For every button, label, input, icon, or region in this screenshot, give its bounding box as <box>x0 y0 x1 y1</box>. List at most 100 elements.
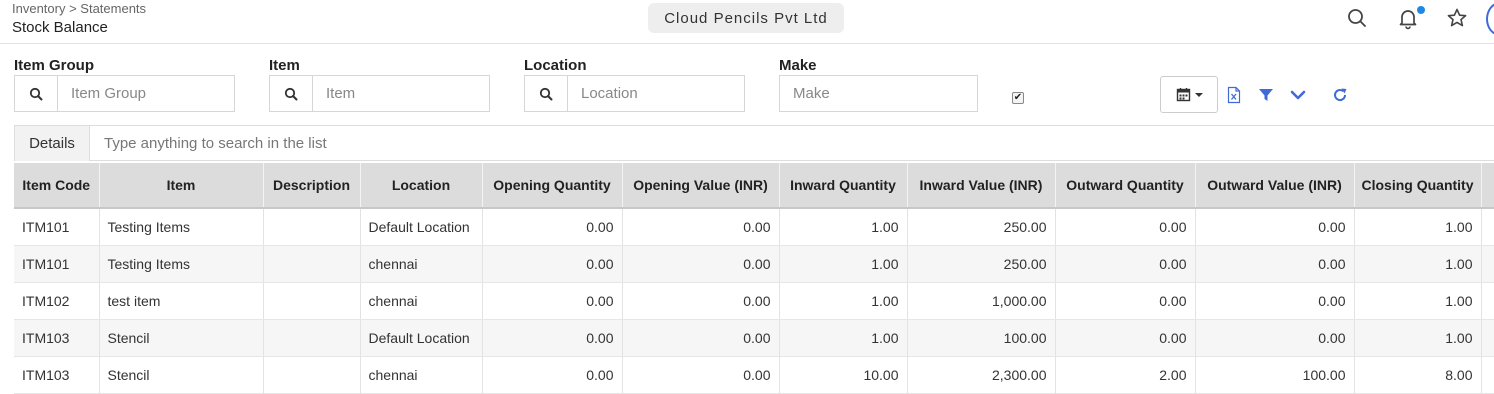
item-group-label: Item Group <box>14 57 95 74</box>
cell-item: Stencil <box>99 356 264 394</box>
location-label: Location <box>524 57 587 74</box>
cell-item-code: ITM101 <box>14 208 100 246</box>
cell-outward-quantity: 0.00 <box>1055 319 1196 357</box>
column-header-closing-quantity[interactable]: Closing Quantity <box>1354 163 1482 209</box>
cell-opening-quantity: 0.00 <box>482 319 623 357</box>
cell-outward-quantity: 0.00 <box>1055 245 1196 283</box>
column-header-item[interactable]: Item <box>99 163 264 209</box>
cell-outward-quantity: 0.00 <box>1055 208 1196 246</box>
table-row[interactable]: ITM103 Stencil Default Location 0.00 0.00 1.0… <box>14 319 1494 357</box>
item-search-button[interactable] <box>270 76 313 111</box>
cell-overflow <box>1481 282 1494 320</box>
cell-item: Testing Items <box>99 245 264 283</box>
cell-opening-value: 0.00 <box>622 245 780 283</box>
cell-location: chennai <box>360 356 483 394</box>
list-search-bar: Details <box>14 125 1494 161</box>
cell-inward-quantity: 1.00 <box>779 282 908 320</box>
cell-location: Default Location <box>360 208 483 246</box>
notification-badge <box>1417 6 1425 14</box>
list-search-input[interactable] <box>102 126 702 161</box>
cell-location: chennai <box>360 245 483 283</box>
cell-description <box>263 319 361 357</box>
item-group-filter <box>14 75 235 112</box>
column-header-item-code[interactable]: Item Code <box>14 163 100 209</box>
cell-description <box>263 208 361 246</box>
cell-inward-value: 2,300.00 <box>907 356 1056 394</box>
tab-details[interactable]: Details <box>14 126 90 161</box>
cell-outward-value: 0.00 <box>1195 208 1355 246</box>
search-icon <box>284 87 298 100</box>
cell-opening-value: 0.00 <box>622 356 780 394</box>
cell-inward-value: 250.00 <box>907 245 1056 283</box>
column-header-opening-value[interactable]: Opening Value (INR) <box>622 163 780 209</box>
cell-item: Stencil <box>99 319 264 357</box>
cell-outward-value: 100.00 <box>1195 356 1355 394</box>
cell-location: chennai <box>360 282 483 320</box>
search-icon <box>539 87 553 100</box>
item-input[interactable] <box>313 76 489 111</box>
search-icon[interactable] <box>1345 6 1369 30</box>
cell-outward-quantity: 0.00 <box>1055 282 1196 320</box>
table-row[interactable]: ITM101 Testing Items chennai 0.00 0.00 1.00 25… <box>14 245 1494 283</box>
column-header-description[interactable]: Description <box>263 163 361 209</box>
make-label: Make <box>779 57 817 74</box>
cell-inward-quantity: 1.00 <box>779 319 908 357</box>
table-row[interactable]: ITM103 Stencil chennai 0.00 0.00 10.00 2,300.0… <box>14 356 1494 394</box>
table-row[interactable]: ITM102 test item chennai 0.00 0.00 1.00 1,000.… <box>14 282 1494 320</box>
cell-outward-value: 0.00 <box>1195 319 1355 357</box>
filter-checkbox[interactable]: ✔ <box>1012 92 1024 104</box>
search-icon <box>29 87 43 100</box>
cell-closing-quantity: 1.00 <box>1354 245 1482 283</box>
table-header-row: Item Code Item Description Location Open… <box>14 163 1494 209</box>
date-range-button[interactable] <box>1160 76 1218 113</box>
cell-closing-quantity: 8.00 <box>1354 356 1482 394</box>
cell-description <box>263 356 361 394</box>
item-group-input[interactable] <box>58 76 234 111</box>
cell-inward-quantity: 1.00 <box>779 208 908 246</box>
refresh-icon[interactable] <box>1331 86 1349 104</box>
cell-item-code: ITM101 <box>14 245 100 283</box>
cell-overflow <box>1481 245 1494 283</box>
column-header-outward-quantity[interactable]: Outward Quantity <box>1055 163 1196 209</box>
cell-closing-quantity: 1.00 <box>1354 319 1482 357</box>
item-group-search-button[interactable] <box>15 76 58 111</box>
column-header-location[interactable]: Location <box>360 163 483 209</box>
cell-opening-quantity: 0.00 <box>482 245 623 283</box>
cell-item-code: ITM103 <box>14 319 100 357</box>
cell-opening-quantity: 0.00 <box>482 282 623 320</box>
cell-inward-value: 100.00 <box>907 319 1056 357</box>
star-icon[interactable] <box>1445 6 1469 30</box>
make-filter <box>779 75 978 112</box>
cell-inward-value: 1,000.00 <box>907 282 1056 320</box>
column-header-opening-quantity[interactable]: Opening Quantity <box>482 163 623 209</box>
cell-opening-quantity: 0.00 <box>482 208 623 246</box>
column-header-inward-value[interactable]: Inward Value (INR) <box>907 163 1056 209</box>
cell-overflow <box>1481 208 1494 246</box>
item-label: Item <box>269 57 300 74</box>
page-title: Stock Balance <box>12 19 108 36</box>
excel-export-icon[interactable] <box>1225 86 1243 104</box>
cell-outward-value: 0.00 <box>1195 282 1355 320</box>
cell-location: Default Location <box>360 319 483 357</box>
cell-outward-quantity: 2.00 <box>1055 356 1196 394</box>
table-body: ITM101 Testing Items Default Location 0.00 0… <box>14 208 1494 394</box>
avatar[interactable] <box>1486 2 1494 36</box>
location-filter <box>524 75 745 112</box>
location-input[interactable] <box>568 76 744 111</box>
make-input[interactable] <box>780 76 977 111</box>
cell-opening-quantity: 0.00 <box>482 356 623 394</box>
cell-item-code: ITM103 <box>14 356 100 394</box>
breadcrumb[interactable]: Inventory > Statements <box>12 1 146 16</box>
cell-closing-quantity: 1.00 <box>1354 282 1482 320</box>
item-filter <box>269 75 490 112</box>
column-header-outward-value[interactable]: Outward Value (INR) <box>1195 163 1355 209</box>
chevron-down-icon[interactable] <box>1289 86 1307 104</box>
calendar-icon <box>1176 88 1190 102</box>
table-row[interactable]: ITM101 Testing Items Default Location 0.00 0… <box>14 208 1494 246</box>
location-search-button[interactable] <box>525 76 568 111</box>
column-header-inward-quantity[interactable]: Inward Quantity <box>779 163 908 209</box>
company-selector[interactable]: Cloud Pencils Pvt Ltd <box>648 3 844 33</box>
filter-icon[interactable] <box>1257 86 1275 104</box>
cell-item-code: ITM102 <box>14 282 100 320</box>
cell-inward-quantity: 1.00 <box>779 245 908 283</box>
